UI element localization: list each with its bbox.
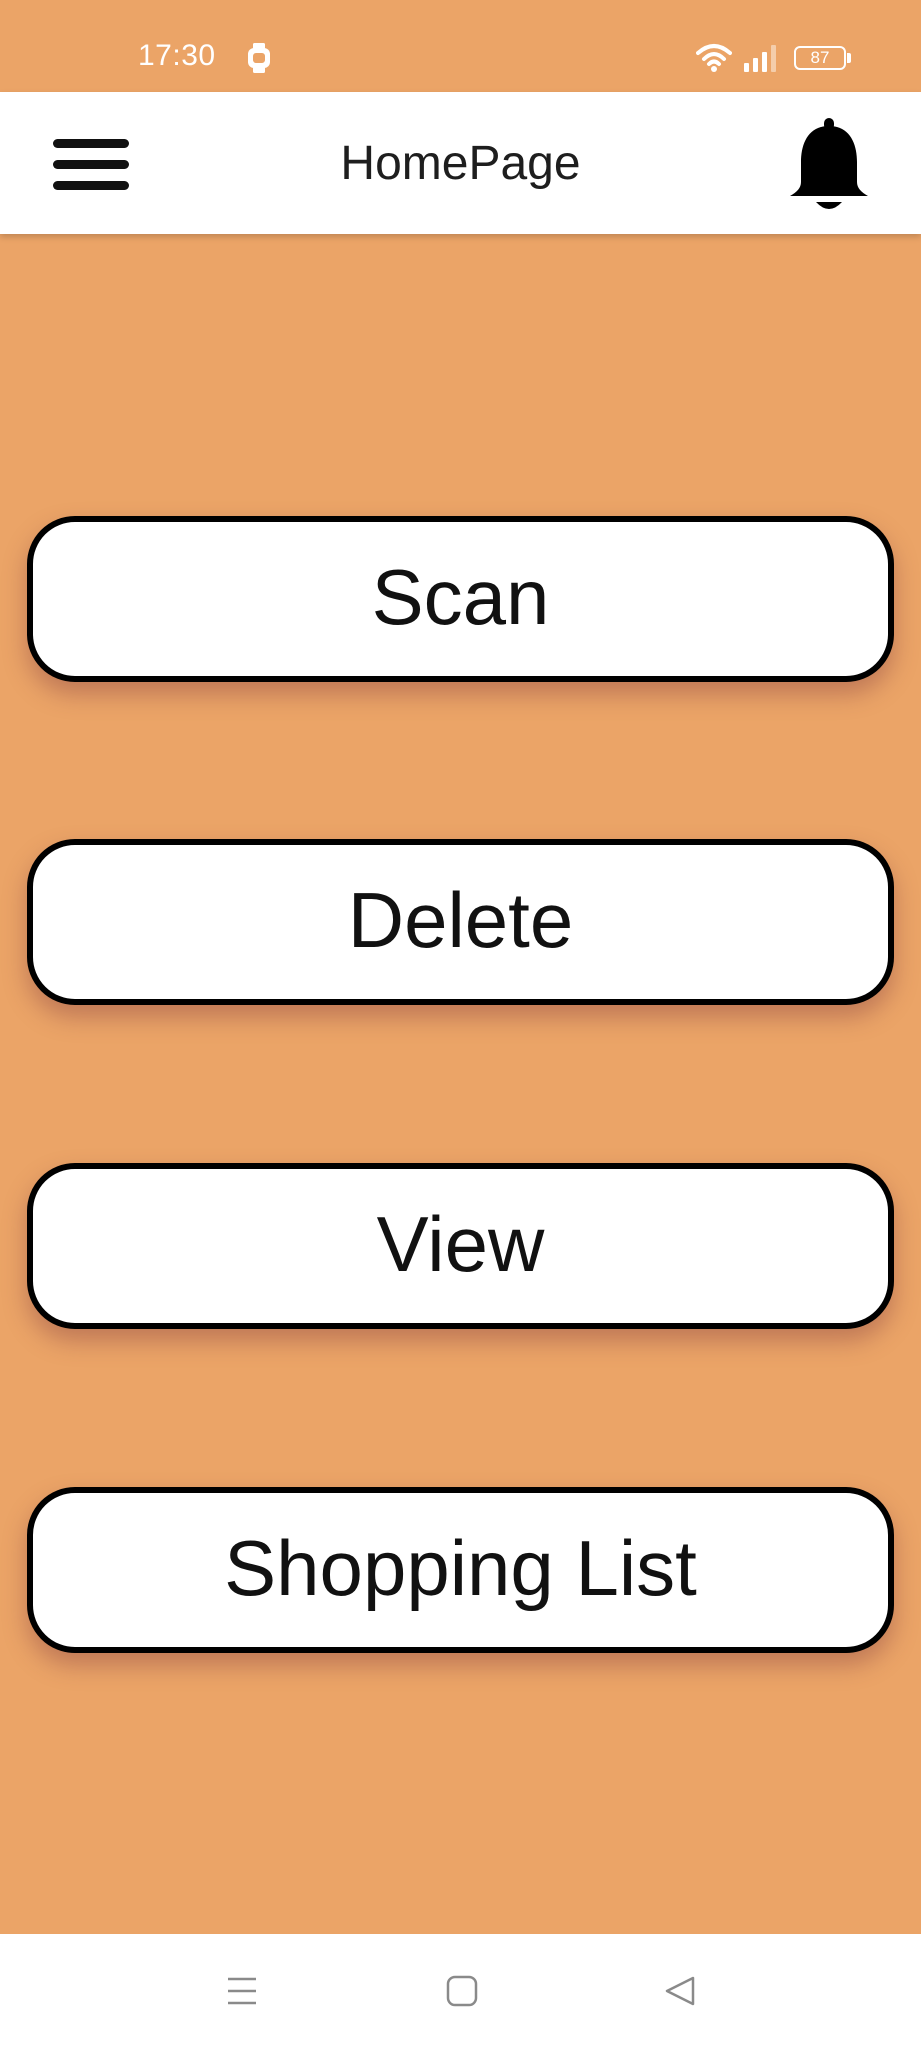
view-button[interactable]: View	[27, 1163, 894, 1329]
page-title: HomePage	[340, 137, 581, 190]
status-bar: 17:30 87	[0, 0, 921, 92]
system-nav-bar	[0, 1934, 921, 2048]
home-icon[interactable]	[446, 1975, 478, 2007]
recent-apps-icon[interactable]	[226, 1975, 258, 2007]
battery-level: 87	[810, 48, 830, 67]
battery-icon: 87	[794, 46, 846, 70]
scan-button[interactable]: Scan	[27, 516, 894, 682]
wifi-icon	[696, 44, 732, 72]
status-time: 17:30	[138, 39, 216, 72]
back-icon[interactable]	[664, 1975, 696, 2007]
app-bar: HomePage	[0, 92, 921, 234]
bell-icon[interactable]	[784, 116, 874, 216]
delete-button[interactable]: Delete	[27, 839, 894, 1005]
signal-icon	[744, 45, 776, 72]
battery-tip	[847, 53, 851, 63]
shopping-list-button[interactable]: Shopping List	[27, 1487, 894, 1653]
watch-icon	[248, 43, 270, 73]
